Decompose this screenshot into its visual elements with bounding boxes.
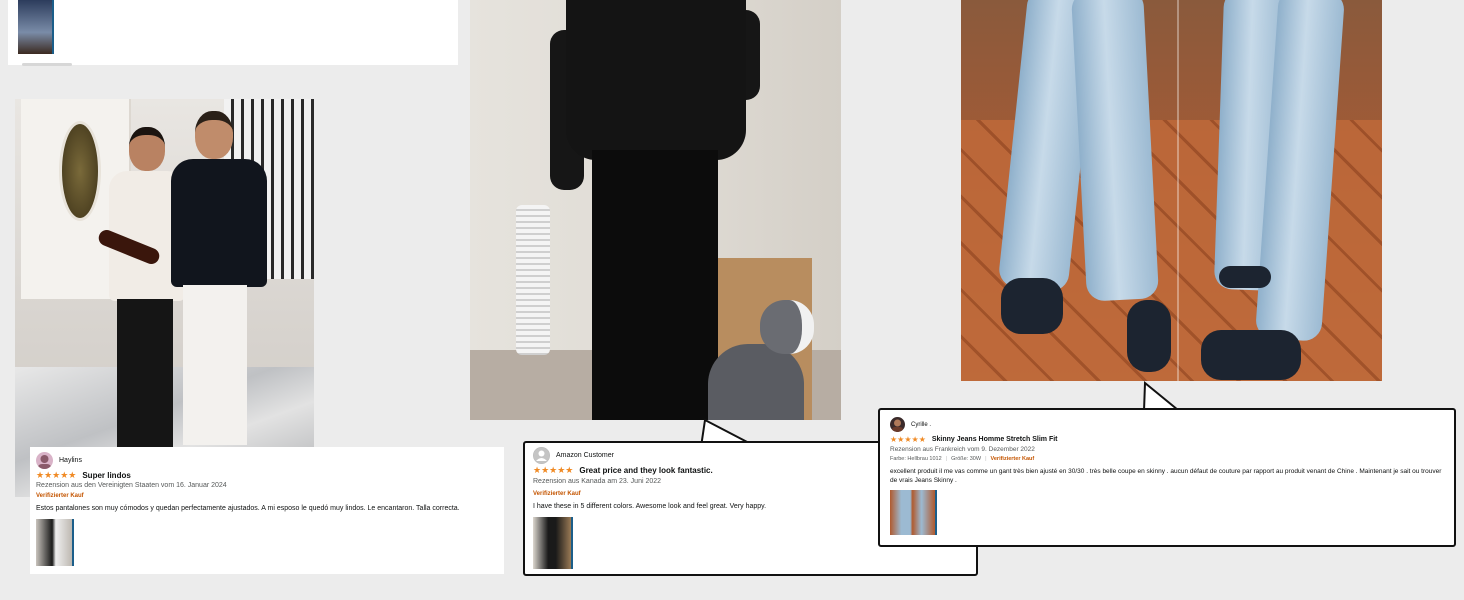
review-meta: Rezension aus Kanada am 23. Juni 2022: [533, 478, 662, 485]
reviewer-name[interactable]: Amazon Customer: [556, 452, 614, 459]
photo-divider: [1177, 0, 1179, 381]
tower-fan: [516, 205, 550, 355]
variant-color[interactable]: Farbe: Hellbrau 1012: [890, 456, 942, 462]
variant-info: Farbe: Hellbrau 1012 | Größe: 30W | Veri…: [890, 456, 1034, 462]
reviewer-name[interactable]: Cyrille .: [911, 422, 931, 428]
avatar-icon[interactable]: [890, 417, 905, 432]
star-rating[interactable]: ★★★★★: [533, 465, 573, 476]
verified-purchase-badge: Verifizierter Kauf: [990, 456, 1035, 462]
review-header: Haylins: [36, 452, 82, 469]
avatar-icon[interactable]: [36, 452, 53, 469]
sock: [1127, 300, 1171, 372]
review-image-thumbnail[interactable]: [533, 517, 573, 569]
reviewer-name[interactable]: Haylins: [59, 457, 82, 464]
review-meta: Rezension aus den Vereinigten Staaten vo…: [36, 482, 227, 489]
review-card-cyrille: Cyrille . ★★★★★ Skinny Jeans Homme Stret…: [878, 408, 1456, 547]
review-header: Amazon Customer: [533, 447, 614, 464]
review-card-haylins: Haylins ★★★★★ Super lindos Rezension aus…: [30, 447, 504, 574]
review-title[interactable]: Great price and they look fantastic.: [579, 466, 712, 475]
separator: |: [945, 456, 948, 462]
sock: [1219, 266, 1271, 288]
star-rating[interactable]: ★★★★★: [36, 470, 76, 481]
sock: [1001, 278, 1063, 334]
review-image-thumbnail[interactable]: [890, 490, 937, 535]
verified-purchase-badge: Verifizierter Kauf: [36, 493, 84, 499]
variant-size[interactable]: Größe: 30W: [951, 456, 981, 462]
avatar-icon[interactable]: [533, 447, 550, 464]
customer-photo-black-outfit[interactable]: [470, 0, 841, 420]
review-body: excellent produit il me vas comme un gan…: [890, 468, 1442, 485]
sock: [1201, 330, 1301, 380]
partial-review-card: [8, 0, 458, 65]
verified-purchase-badge: Verifizierter Kauf: [533, 491, 581, 497]
review-header: Cyrille .: [890, 417, 931, 432]
star-rating[interactable]: ★★★★★: [890, 435, 926, 444]
review-title[interactable]: Super lindos: [82, 471, 130, 480]
customer-photo-two-men[interactable]: [15, 99, 314, 497]
customer-photo-light-jeans[interactable]: [961, 0, 1382, 381]
review-body: Estos pantalones son muy cómodos y queda…: [36, 505, 460, 512]
separator: |: [985, 456, 987, 462]
review-image-thumbnail[interactable]: [36, 519, 74, 566]
review-meta: Rezension aus Frankreich vom 9. Dezember…: [890, 446, 1035, 453]
partial-card-tab: [22, 63, 72, 66]
person-right: [171, 111, 267, 451]
review-image-thumbnail[interactable]: [18, 0, 54, 54]
review-title[interactable]: Skinny Jeans Homme Stretch Slim Fit: [932, 436, 1058, 443]
dog: [708, 300, 818, 420]
jeans-leg: [1070, 0, 1160, 302]
